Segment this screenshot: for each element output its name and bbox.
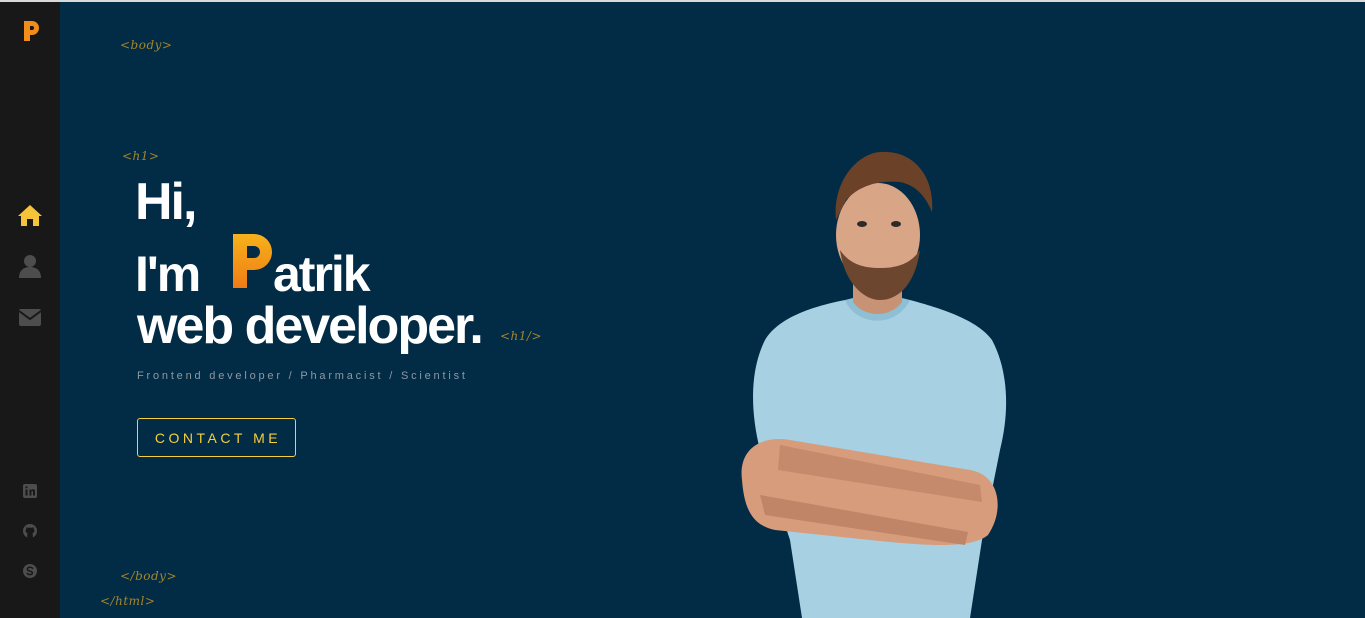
body-close-tag: </body> — [120, 569, 178, 583]
profile-photo — [741, 151, 1007, 618]
skype-icon[interactable] — [22, 563, 38, 579]
logo-icon[interactable] — [20, 18, 42, 44]
h1-close-tag: <h1/> — [500, 329, 543, 343]
p-logo-letter — [233, 234, 272, 288]
hero-role: web developer. — [137, 297, 484, 355]
hero-im: I'm — [135, 246, 201, 302]
user-icon[interactable] — [17, 253, 43, 279]
hero-name: atrik — [273, 246, 371, 302]
top-border — [0, 0, 1365, 2]
sidebar — [0, 2, 60, 618]
home-icon[interactable] — [17, 202, 43, 228]
envelope-icon[interactable] — [17, 304, 43, 330]
html-close-tag: </html> — [100, 594, 156, 608]
contact-me-button[interactable]: CONTACT ME — [137, 418, 296, 457]
h1-open-tag: <h1> — [122, 149, 160, 163]
body-open-tag: <body> — [120, 38, 173, 52]
hero-subtitle: Frontend developer / Pharmacist / Scient… — [137, 370, 468, 382]
github-icon[interactable] — [22, 523, 38, 539]
hero-greeting: Hi, — [135, 173, 197, 231]
linkedin-icon[interactable] — [22, 483, 38, 499]
